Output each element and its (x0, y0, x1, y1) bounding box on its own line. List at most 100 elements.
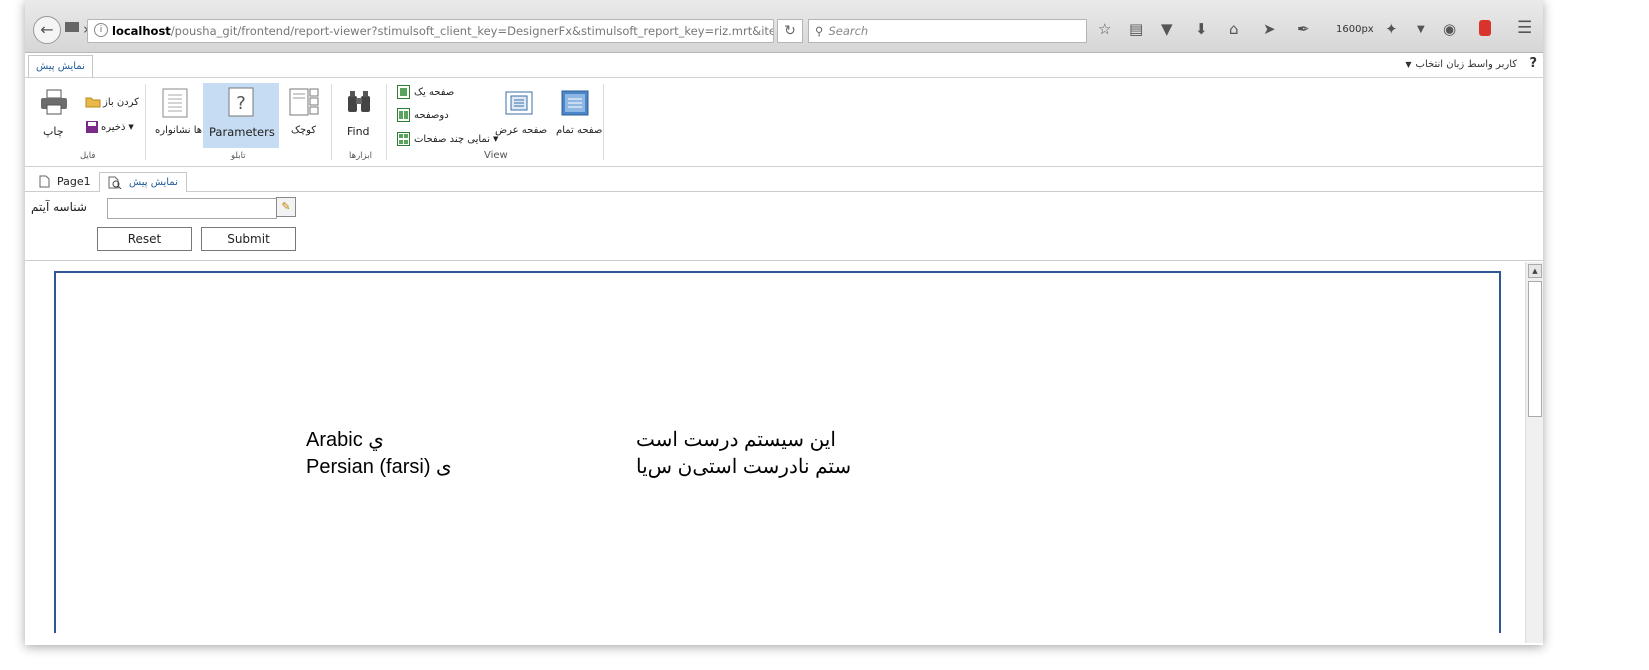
tools-icon[interactable]: ✦ (1385, 20, 1398, 38)
addon-icon[interactable]: ◉ (1443, 20, 1456, 38)
one-page-button[interactable]: صفحه یک (397, 85, 454, 99)
ribbon-toolbar: چاپ کردن باز ذخیره ▼ فایل ها نشانواره ? … (25, 78, 1543, 167)
save-icon (86, 121, 98, 133)
page-width-label: صفحه عرض (495, 125, 548, 136)
address-bar[interactable]: i localhost/pousha_git/frontend/report-v… (87, 19, 774, 43)
dropper-icon[interactable]: ✒ (1297, 20, 1310, 38)
group-divider (603, 84, 604, 160)
tools-group-label: ابزارها (349, 151, 372, 161)
page-icon (65, 22, 79, 32)
pencil-icon[interactable]: ✎ (276, 197, 296, 217)
language-selector-label: کاربر واسط زبان انتخاب (1415, 59, 1517, 70)
send-icon[interactable]: ➤ (1263, 20, 1276, 38)
report-text-persian: Persian (farsi) ی (306, 456, 452, 478)
url-path: /pousha_git/frontend/report-viewer?stimu… (170, 24, 774, 38)
report-text-incorrect: ستم نادرست استی‌ن س‌یا (636, 456, 852, 478)
viewer-tab-row: نمایش پیش ▼ کاربر واسط زبان انتخاب ? (25, 53, 1543, 78)
parameters-panel: شناسه آیتم ✎ Reset Submit (25, 192, 1543, 261)
search-box[interactable]: ⚲ Search (808, 19, 1087, 43)
url-host: localhost (112, 24, 171, 38)
binoculars-icon (348, 91, 370, 112)
whole-page-button[interactable] (561, 90, 589, 116)
report-text-correct: این سیستم درست است (636, 429, 836, 451)
chevron-down-icon: ▼ (493, 135, 499, 143)
thumbnails-icon (289, 88, 319, 116)
scroll-up-icon[interactable]: ▲ (1528, 264, 1542, 278)
item-id-label: شناسه آیتم (31, 200, 87, 214)
printer-icon (41, 89, 67, 115)
reset-button[interactable]: Reset (97, 227, 192, 251)
page-tabs: Page1 نمایش پیش (25, 167, 1543, 193)
item-id-input[interactable] (107, 198, 277, 219)
scroll-thumb[interactable] (1528, 281, 1542, 417)
preview-magnifier-icon (108, 176, 122, 189)
info-icon[interactable]: i (94, 23, 108, 37)
panels-group-label: تابلو (231, 151, 246, 161)
browser-window: ← › i localhost/pousha_git/frontend/repo… (25, 0, 1543, 645)
parameters-icon: ? (228, 87, 254, 117)
star-icon[interactable]: ☆ (1098, 20, 1111, 38)
tab-preview-page-label: نمایش پیش (129, 177, 178, 188)
report-page: Arabic ي Persian (farsi) ی این سیستم درس… (54, 271, 1501, 633)
two-pages-icon (397, 108, 410, 122)
pocket-icon[interactable]: ▼ (1161, 20, 1173, 38)
thumbnails-label: کوچک (291, 125, 317, 136)
thumbnails-button[interactable] (289, 88, 319, 118)
home-icon[interactable]: ⌂ (1229, 20, 1239, 38)
svg-text:?: ? (236, 93, 246, 114)
one-page-icon (397, 85, 410, 99)
two-pages-button[interactable]: دوصفحه (397, 108, 449, 122)
two-pages-label: دوصفحه (414, 109, 449, 121)
save-label: ذخیره (101, 121, 126, 133)
multi-pages-button[interactable]: نمایی چند صفحات ▼ (397, 132, 498, 146)
chevron-down-icon: ▼ (1405, 60, 1412, 69)
bookmarks-button[interactable] (160, 88, 190, 118)
file-group-label: فایل (80, 151, 96, 161)
parameters-button[interactable]: ? Parameters (203, 83, 279, 148)
back-arrow-icon[interactable]: ← (33, 16, 61, 44)
zoom-readout: 1600px (1336, 24, 1374, 35)
reload-icon[interactable]: ↻ (777, 19, 803, 43)
reading-list-icon[interactable]: ▤ (1129, 20, 1143, 38)
bookmarks-icon (162, 88, 188, 118)
group-divider (331, 84, 332, 160)
find-label: Find (347, 125, 370, 138)
page-icon (39, 175, 50, 188)
tab-page1-label: Page1 (57, 175, 91, 188)
dropdown-icon[interactable]: ▼ (1417, 24, 1425, 35)
browser-toolbar: ← › i localhost/pousha_git/frontend/repo… (25, 0, 1543, 53)
search-icon: ⚲ (815, 24, 824, 38)
tab-page1[interactable]: Page1 (31, 172, 99, 191)
parameters-label: Parameters (209, 125, 275, 139)
whole-page-label: صفحه تمام (556, 125, 603, 136)
help-icon[interactable]: ? (1529, 56, 1537, 71)
tab-preview[interactable]: نمایش پیش (28, 55, 93, 77)
bookmarks-label: ها نشانواره (155, 125, 203, 136)
tab-preview-page[interactable]: نمایش پیش (99, 172, 187, 193)
multi-pages-label: نمایی چند صفحات (414, 133, 491, 145)
group-divider (386, 84, 387, 160)
group-divider (145, 84, 146, 160)
vertical-scrollbar[interactable]: ▲ (1525, 262, 1543, 643)
submit-button[interactable]: Submit (201, 227, 296, 251)
whole-page-icon (561, 90, 589, 116)
open-button[interactable]: کردن باز (85, 96, 139, 108)
print-label: چاپ (43, 125, 64, 138)
find-button[interactable] (345, 88, 373, 116)
menu-icon[interactable]: ☰ (1517, 18, 1532, 38)
extension-icon[interactable] (1479, 20, 1491, 36)
search-placeholder: Search (828, 24, 869, 38)
multi-pages-icon (397, 132, 410, 146)
folder-icon (85, 97, 101, 108)
page-width-button[interactable] (505, 91, 533, 115)
print-button[interactable] (39, 88, 69, 116)
language-selector[interactable]: ▼ کاربر واسط زبان انتخاب (1405, 59, 1517, 70)
page-width-icon (505, 91, 533, 115)
report-text-arabic: Arabic ي (306, 429, 384, 451)
download-icon[interactable]: ⬇ (1195, 20, 1208, 38)
save-button[interactable]: ذخیره ▼ (85, 120, 134, 134)
report-area: Arabic ي Persian (farsi) ی این سیستم درس… (25, 261, 1543, 645)
chevron-down-icon: ▼ (128, 123, 134, 131)
view-group-label: View (484, 150, 508, 161)
one-page-label: صفحه یک (414, 86, 455, 98)
